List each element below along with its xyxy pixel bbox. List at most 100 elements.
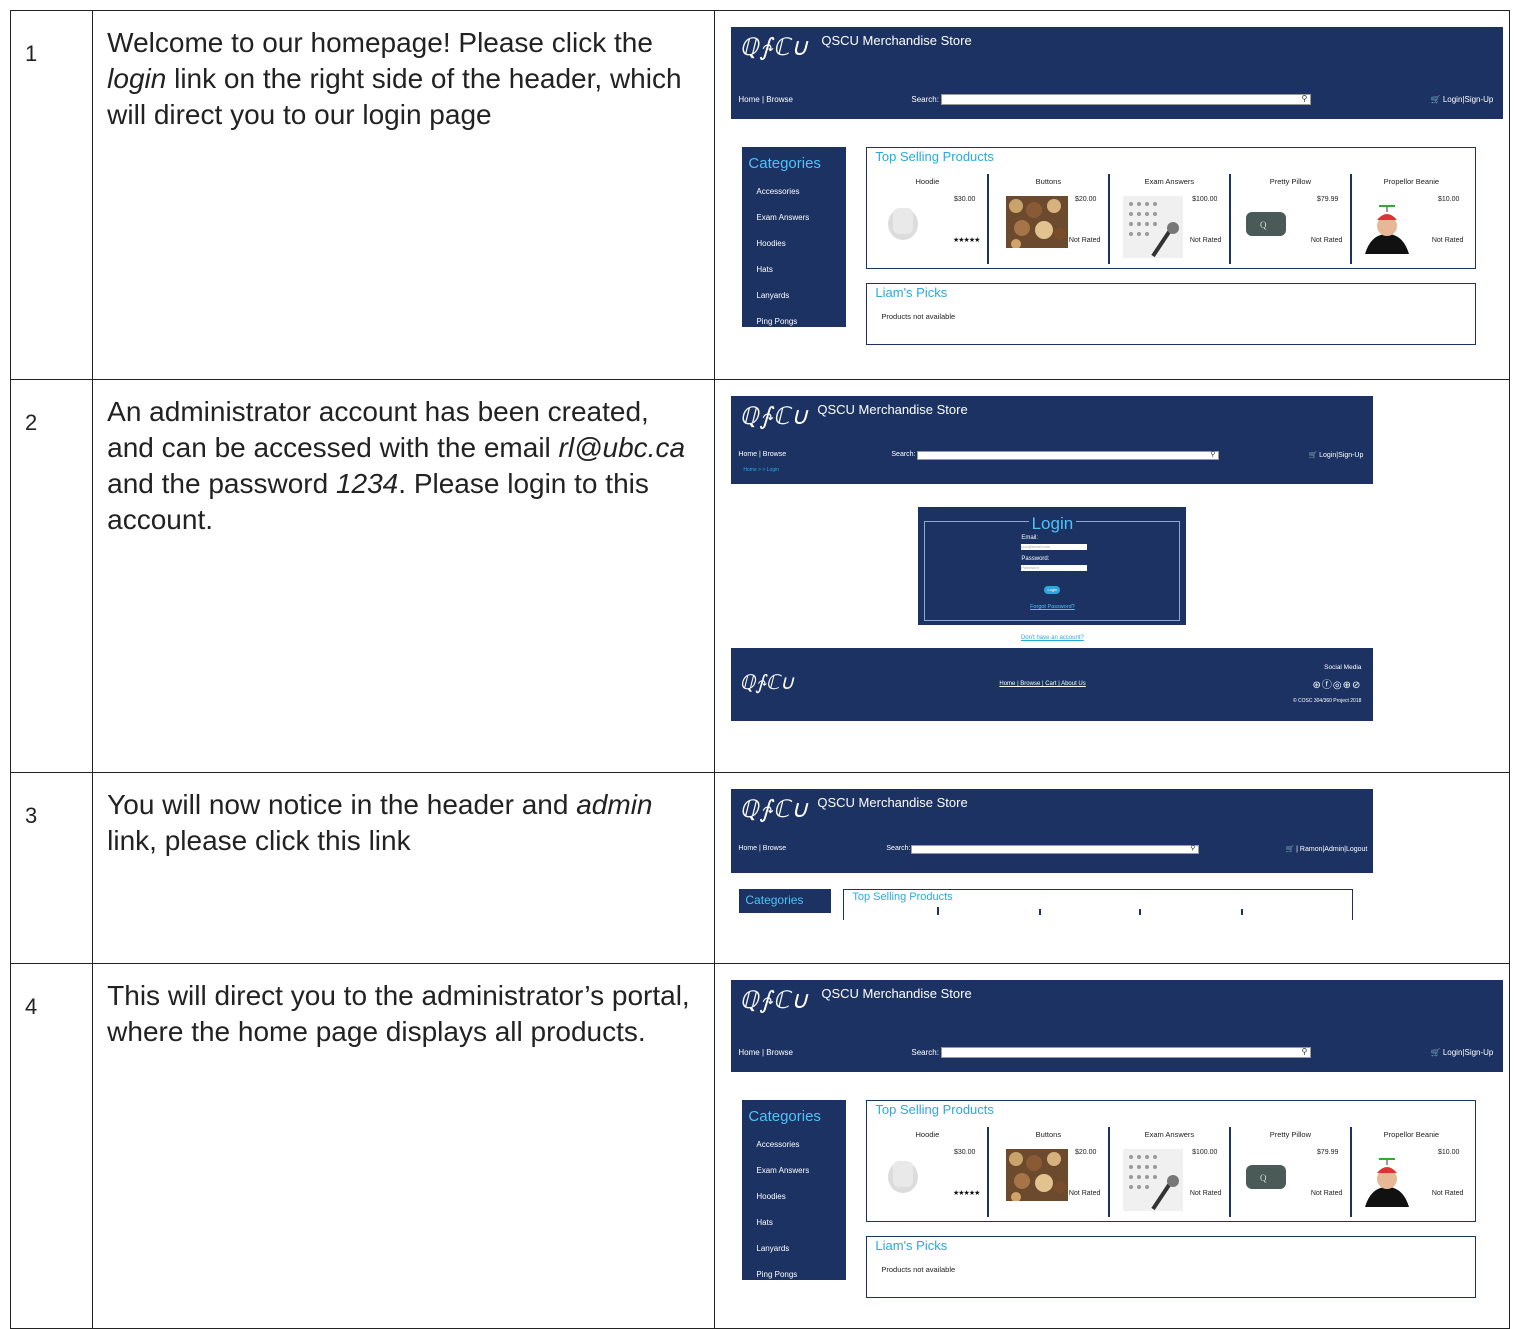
pillow-image[interactable]: Q xyxy=(1244,1161,1288,1193)
product-card[interactable]: Hoodie $30.00 ★★★★★ xyxy=(867,1127,990,1217)
category-item[interactable]: Hoodies xyxy=(756,239,785,248)
nav-links[interactable]: Home | Browse xyxy=(738,95,793,104)
footer-logo[interactable]: ℚ∱ℂ∪ xyxy=(739,670,794,695)
product-price: $20.00 xyxy=(1074,1149,1097,1156)
copyright: © COSC 304/360 Project 2018 xyxy=(1292,698,1362,704)
hoodie-image[interactable] xyxy=(881,1149,931,1197)
liams-picks-title: Liam's Picks xyxy=(875,285,948,300)
password-label: Password: xyxy=(1021,556,1050,562)
buttons-image[interactable] xyxy=(1006,196,1069,249)
pillow-image[interactable]: Q xyxy=(1244,208,1288,240)
magnifier-icon[interactable]: ⚲ xyxy=(1190,844,1195,852)
product-card[interactable]: Exam Answers $100.00 Not Rated xyxy=(1109,174,1232,264)
exam-answers-image[interactable] xyxy=(1123,1149,1184,1211)
categories-title: Categories xyxy=(748,1108,821,1125)
product-name[interactable]: Pretty Pillow xyxy=(1230,177,1350,186)
nav-links[interactable]: Home | Browse xyxy=(738,1048,793,1057)
step-text: Welcome to our homepage! Please click th… xyxy=(92,10,716,380)
product-name[interactable]: Propellor Beanie xyxy=(1351,177,1471,186)
store-title: QSCU Merchandise Store xyxy=(817,402,968,417)
buttons-image[interactable] xyxy=(1006,1149,1069,1202)
product-card[interactable]: Buttons $20.00 Not Rated xyxy=(988,174,1111,264)
beanie-image[interactable] xyxy=(1365,204,1410,254)
product-rating: ★★★★★ xyxy=(953,1190,980,1197)
product-card[interactable]: Propellor Beanie $10.00 Not Rated xyxy=(1351,1127,1471,1217)
category-item[interactable]: Lanyards xyxy=(756,1244,789,1253)
step-text: This will direct you to the administrato… xyxy=(92,963,716,1329)
category-item[interactable]: Hoodies xyxy=(756,1192,785,1201)
site-logo[interactable]: ℚ∱ℂ∪ xyxy=(739,402,809,431)
site-footer: ℚ∱ℂ∪ Home | Browse | Cart | About Us Soc… xyxy=(731,648,1374,721)
product-rating: Not Rated xyxy=(1310,1190,1343,1197)
site-logo[interactable]: ℚ∱ℂ∪ xyxy=(739,33,809,62)
store-title: QSCU Merchandise Store xyxy=(821,33,972,48)
product-price: $30.00 xyxy=(953,1149,976,1156)
liams-picks-title: Liam's Picks xyxy=(875,1238,948,1253)
magnifier-icon[interactable]: ⚲ xyxy=(1210,450,1215,458)
no-account-link[interactable]: Don't have an account? xyxy=(918,635,1186,641)
category-item[interactable]: Accessories xyxy=(756,187,799,196)
site-logo[interactable]: ℚ∱ℂ∪ xyxy=(739,986,809,1015)
search-input[interactable]: ⚲ xyxy=(917,450,1220,460)
search-input[interactable]: ⚲ xyxy=(911,844,1200,854)
login-link[interactable]: 🛒 Login|Sign-Up xyxy=(1308,451,1363,459)
step-number: 3 xyxy=(9,772,94,964)
site-logo[interactable]: ℚ∱ℂ∪ xyxy=(739,795,809,824)
step-row: 4 This will direct you to the administra… xyxy=(9,963,1510,1329)
categories-panel: Categories Accessories Exam Answers Hood… xyxy=(742,1100,847,1280)
nav-links[interactable]: Home | Browse xyxy=(738,845,786,852)
product-rating: Not Rated xyxy=(1189,237,1222,244)
category-item[interactable]: Accessories xyxy=(756,1140,799,1149)
product-card[interactable]: Propellor Beanie $10.00 Not Rated xyxy=(1351,174,1471,264)
store-title: QSCU Merchandise Store xyxy=(821,986,972,1001)
category-item[interactable]: Exam Answers xyxy=(756,213,809,222)
product-card[interactable]: Exam Answers $100.00 Not Rated xyxy=(1109,1127,1232,1217)
screenshot-admin-header: ℚ∱ℂ∪ QSCU Merchandise Store Home | Brows… xyxy=(714,772,1510,964)
product-card[interactable]: Pretty Pillow Q $79.99 Not Rated xyxy=(1230,174,1353,264)
admin-links[interactable]: 🛒 | Ramon|Admin|Logout xyxy=(1286,845,1368,853)
nav-links[interactable]: Home | Browse xyxy=(738,451,786,458)
product-name[interactable]: Buttons xyxy=(988,1130,1108,1139)
product-card[interactable]: Hoodie $30.00 ★★★★★ xyxy=(867,174,990,264)
product-card[interactable]: Pretty Pillow Q $79.99 Not Rated xyxy=(1230,1127,1353,1217)
category-item[interactable]: Exam Answers xyxy=(756,1166,809,1175)
site-header: ℚ∱ℂ∪ QSCU Merchandise Store Home | Brows… xyxy=(731,396,1374,484)
categories-title: Categories xyxy=(748,155,821,172)
login-link[interactable]: 🛒 Login|Sign-Up xyxy=(1431,1048,1494,1057)
step-number: 4 xyxy=(9,963,94,1329)
login-button[interactable]: Login xyxy=(1044,586,1061,594)
search-input[interactable]: ⚲ xyxy=(941,1047,1312,1058)
search-input[interactable]: ⚲ xyxy=(941,94,1312,105)
product-price: $79.99 xyxy=(1316,1149,1339,1156)
category-item[interactable]: Ping Pongs xyxy=(756,1270,797,1279)
product-name[interactable]: Hoodie xyxy=(867,1130,987,1139)
exam-answers-image[interactable] xyxy=(1123,196,1184,258)
social-icons[interactable]: ⊛ⓕ◎⊕⊘ xyxy=(1313,676,1362,691)
magnifier-icon[interactable]: ⚲ xyxy=(1302,94,1308,103)
email-field[interactable]: you@email.com xyxy=(1021,544,1088,550)
login-link[interactable]: 🛒 Login|Sign-Up xyxy=(1431,95,1494,104)
category-item[interactable]: Ping Pongs xyxy=(756,317,797,326)
breadcrumb[interactable]: Home > > Login xyxy=(743,467,779,473)
product-card[interactable]: Buttons $20.00 Not Rated xyxy=(988,1127,1111,1217)
search-label: Search: xyxy=(911,95,939,104)
product-name[interactable]: Pretty Pillow xyxy=(1230,1130,1350,1139)
footer-links[interactable]: Home | Browse | Cart | About Us xyxy=(999,681,1085,687)
site-header: ℚ∱ℂ∪ QSCU Merchandise Store Home | Brows… xyxy=(731,789,1374,873)
category-item[interactable]: Hats xyxy=(756,1218,772,1227)
product-name[interactable]: Exam Answers xyxy=(1109,1130,1229,1139)
product-name[interactable]: Buttons xyxy=(988,177,1108,186)
top-selling-box: Top Selling Products Hoodie $30.00 ★★★★★… xyxy=(866,147,1477,269)
password-field[interactable]: Password xyxy=(1021,565,1088,571)
product-name[interactable]: Propellor Beanie xyxy=(1351,1130,1471,1139)
login-panel: Login Email: you@email.com Password: Pas… xyxy=(918,507,1187,625)
forgot-password-link[interactable]: Forgot Password? xyxy=(918,604,1186,610)
top-selling-title: Top Selling Products xyxy=(852,891,953,903)
product-name[interactable]: Exam Answers xyxy=(1109,177,1229,186)
category-item[interactable]: Lanyards xyxy=(756,291,789,300)
magnifier-icon[interactable]: ⚲ xyxy=(1302,1047,1308,1056)
category-item[interactable]: Hats xyxy=(756,265,772,274)
hoodie-image[interactable] xyxy=(881,196,931,244)
product-name[interactable]: Hoodie xyxy=(867,177,987,186)
beanie-image[interactable] xyxy=(1365,1157,1410,1207)
